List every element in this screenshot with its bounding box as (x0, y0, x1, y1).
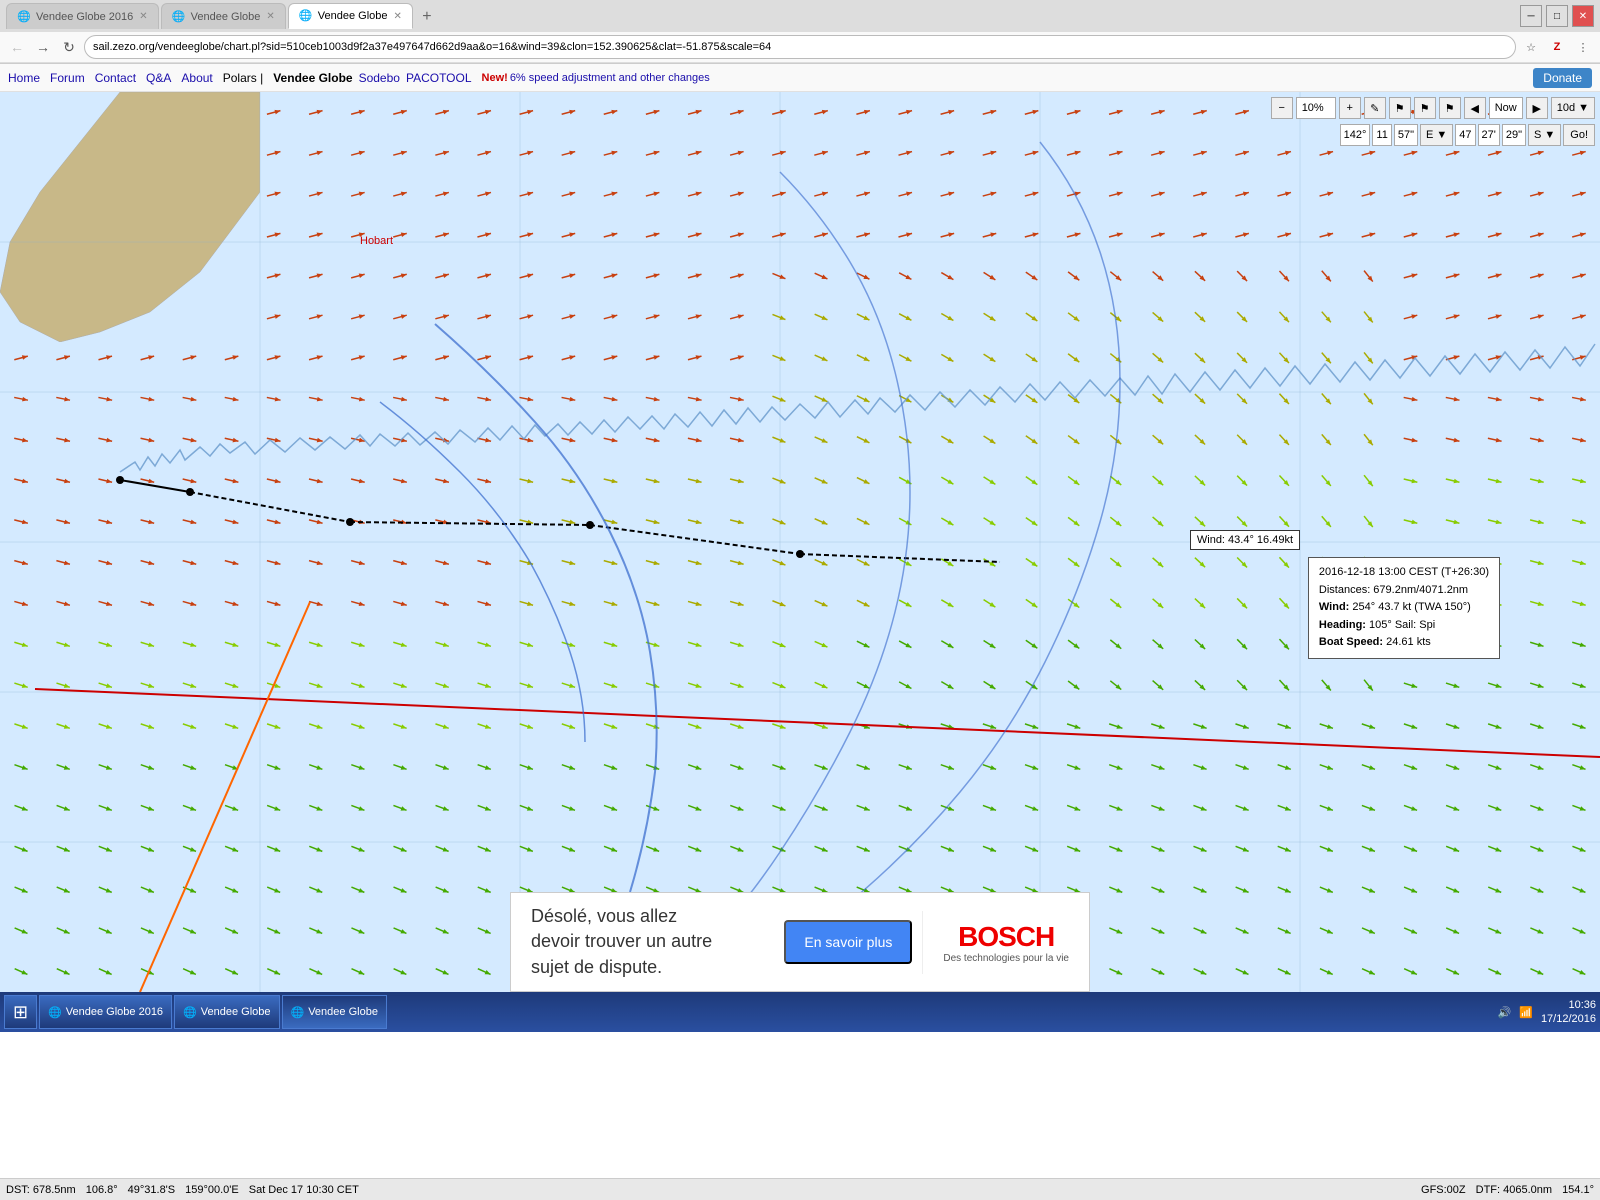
nav-about[interactable]: About (181, 71, 212, 85)
nav-home[interactable]: Home (8, 71, 40, 85)
time-prev-button[interactable]: ◀ (1464, 97, 1486, 119)
hobart-label: Hobart (360, 235, 393, 247)
nav-toolbar: Home Forum Contact Q&A About Polars | Ve… (0, 64, 1600, 92)
tab-favicon-1: 🌐 (17, 10, 31, 24)
go-button[interactable]: Go! (1563, 124, 1595, 146)
forward-button[interactable]: → (32, 36, 54, 58)
tab-bar: 🌐 Vendee Globe 2016 ✕ 🌐 Vendee Globe ✕ 🌐… (6, 3, 439, 29)
browser-chrome: 🌐 Vendee Globe 2016 ✕ 🌐 Vendee Globe ✕ 🌐… (0, 0, 1600, 64)
taskbar-app-1[interactable]: 🌐 Vendee Globe 2016 (39, 995, 172, 1029)
map-container[interactable]: Hobart − 10% + ✎ ⚑ ⚑ ⚑ ◀ Now ▶ 10d ▼ 142… (0, 92, 1600, 992)
taskbar-clock: 10:36 17/12/2016 (1541, 998, 1596, 1027)
flag-button-2[interactable]: ⚑ (1414, 97, 1436, 119)
map-toolbar: − 10% + ✎ ⚑ ⚑ ⚑ ◀ Now ▶ 10d ▼ (1271, 97, 1595, 119)
flag-button-3[interactable]: ⚑ (1439, 97, 1461, 119)
nav-brand: Vendee Globe (273, 71, 352, 85)
taskbar-app-3[interactable]: 🌐 Vendee Globe (282, 995, 387, 1029)
zoom-out-button[interactable]: − (1271, 97, 1293, 119)
new-tab-button[interactable]: + (415, 5, 439, 29)
ad-logo: BOSCH Des technologies pour la vie (922, 911, 1089, 974)
zoom-display: 10% (1296, 97, 1336, 119)
ad-banner: Désolé, vous allezdevoir trouver un autr… (510, 892, 1090, 992)
coord-lat-dir[interactable]: S ▼ (1528, 124, 1561, 146)
taskbar-app-2-label: Vendee Globe (201, 1006, 271, 1018)
title-bar: 🌐 Vendee Globe 2016 ✕ 🌐 Vendee Globe ✕ 🌐… (0, 0, 1600, 32)
status-heading: 106.8° (86, 1184, 118, 1196)
coord-lon-dir[interactable]: E ▼ (1420, 124, 1453, 146)
address-bar-input[interactable] (84, 35, 1516, 59)
zoom-in-button[interactable]: + (1339, 97, 1361, 119)
taskbar-app-1-label: Vendee Globe 2016 (66, 1006, 163, 1018)
back-button[interactable]: ← (6, 36, 28, 58)
donate-button[interactable]: Donate (1533, 68, 1592, 88)
time-display: Now (1489, 97, 1523, 119)
tab-label-1: Vendee Globe 2016 (36, 11, 133, 23)
taskbar: ⊞ 🌐 Vendee Globe 2016 🌐 Vendee Globe 🌐 V… (0, 992, 1600, 1032)
ad-logo-sub: Des technologies pour la vie (943, 953, 1069, 964)
status-gfs: GFS:00Z (1421, 1184, 1466, 1196)
coord-lon-sec: 57" (1394, 124, 1418, 146)
clock-date: 17/12/2016 (1541, 1012, 1596, 1026)
days-selector[interactable]: 10d ▼ (1551, 97, 1595, 119)
reload-button[interactable]: ↻ (58, 36, 80, 58)
coord-lon-min: 11 (1372, 124, 1391, 146)
taskbar-network-icon: 📶 (1519, 1006, 1533, 1019)
tab-close-1[interactable]: ✕ (139, 11, 147, 22)
nav-polars-sep: Polars | (223, 71, 263, 85)
bookmark-button[interactable]: ☆ (1520, 36, 1542, 58)
status-dst: DST: 678.5nm (6, 1184, 76, 1196)
minimize-button[interactable]: ─ (1520, 5, 1542, 27)
taskbar-app-2[interactable]: 🌐 Vendee Globe (174, 995, 279, 1029)
taskbar-icons: 🔊 📶 10:36 17/12/2016 (1498, 998, 1596, 1027)
coord-toolbar: 142° 11 57" E ▼ 47 27' 29" S ▼ Go! (1340, 124, 1595, 146)
draw-button[interactable]: ✎ (1364, 97, 1386, 119)
nav-sodebo[interactable]: Sodebo (359, 71, 400, 85)
start-button[interactable]: ⊞ (4, 995, 37, 1029)
tab-close-2[interactable]: ✕ (266, 11, 274, 22)
tab-1[interactable]: 🌐 Vendee Globe 2016 ✕ (6, 3, 159, 29)
status-right: GFS:00Z DTF: 4065.0nm 154.1° (1421, 1184, 1594, 1196)
status-bar: DST: 678.5nm 106.8° 49°31.8'S 159°00.0'E… (0, 1178, 1600, 1200)
tab-3[interactable]: 🌐 Vendee Globe ✕ (288, 3, 413, 29)
status-dtf: DTF: 4065.0nm (1476, 1184, 1552, 1196)
taskbar-app-3-label: Vendee Globe (308, 1006, 378, 1018)
news-label: New! (482, 72, 508, 84)
status-lat: 49°31.8'S (128, 1184, 175, 1196)
maximize-button[interactable]: □ (1546, 5, 1568, 27)
wind-arrows-layer (0, 92, 1600, 992)
tab-label-2: Vendee Globe (191, 11, 261, 23)
zezo-badge[interactable]: Z (1546, 36, 1568, 58)
window-controls: ─ □ ✕ (1520, 5, 1594, 27)
address-bar-row: ← → ↻ ☆ Z ⋮ (0, 32, 1600, 63)
status-left: DST: 678.5nm 106.8° 49°31.8'S 159°00.0'E… (6, 1184, 1421, 1196)
nav-qa[interactable]: Q&A (146, 71, 171, 85)
tab-2[interactable]: 🌐 Vendee Globe ✕ (161, 3, 286, 29)
tab-favicon-2: 🌐 (172, 10, 186, 24)
clock-time: 10:36 (1541, 998, 1596, 1012)
flag-button-1[interactable]: ⚑ (1389, 97, 1411, 119)
nav-forum[interactable]: Forum (50, 71, 85, 85)
menu-button[interactable]: ⋮ (1572, 36, 1594, 58)
coord-lat-min: 27' (1478, 124, 1500, 146)
coord-lon-deg: 142° (1340, 124, 1371, 146)
nav-pacotool[interactable]: PACOTOOL (406, 71, 472, 85)
status-datetime: Sat Dec 17 10:30 CET (249, 1184, 359, 1196)
coord-lat-deg: 47 (1455, 124, 1475, 146)
nav-contact[interactable]: Contact (95, 71, 136, 85)
taskbar-volume-icon: 🔊 (1498, 1006, 1512, 1019)
time-next-button[interactable]: ▶ (1526, 97, 1548, 119)
status-lon: 159°00.0'E (185, 1184, 239, 1196)
tab-favicon-3: 🌐 (299, 9, 313, 23)
close-button[interactable]: ✕ (1572, 5, 1594, 27)
tab-close-3[interactable]: ✕ (394, 11, 402, 22)
status-bearing: 154.1° (1562, 1184, 1594, 1196)
ad-cta-button[interactable]: En savoir plus (784, 920, 912, 964)
ad-text: Désolé, vous allezdevoir trouver un autr… (511, 894, 774, 990)
news-link[interactable]: 6% speed adjustment and other changes (510, 72, 710, 84)
coord-lat-sec: 29" (1502, 124, 1526, 146)
tab-label-3: Vendee Globe (318, 10, 388, 22)
ad-logo-text: BOSCH (958, 921, 1054, 953)
nav-links: Home Forum Contact Q&A About Polars | Ve… (8, 71, 1533, 85)
